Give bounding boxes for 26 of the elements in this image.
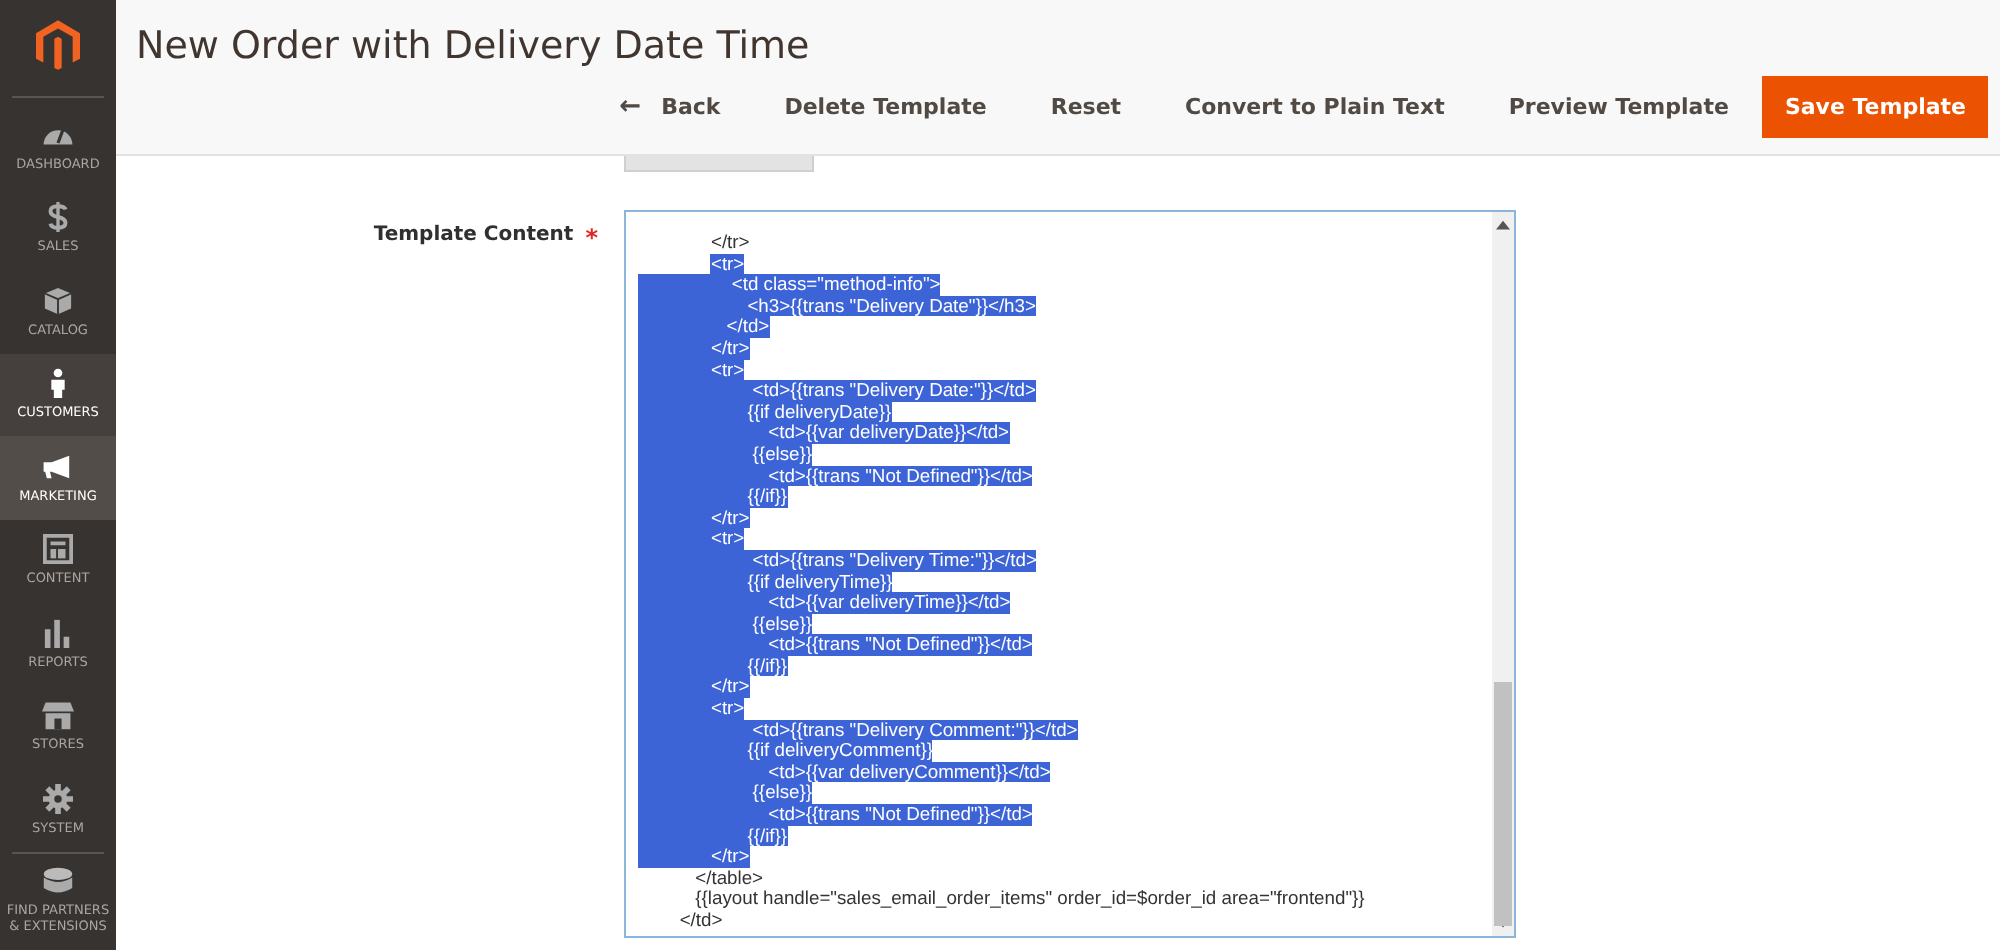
save-button[interactable]: Save Template — [1762, 76, 1988, 138]
code-line: </td> — [677, 910, 723, 932]
scrollbar[interactable] — [1492, 212, 1514, 936]
button[interactable] — [624, 156, 814, 172]
toolbar-button[interactable]: Convert to Plain Text — [1155, 76, 1475, 138]
bar-chart-icon — [42, 617, 74, 648]
required-mark: * — [585, 224, 598, 252]
stack-icon — [42, 866, 74, 897]
layout-icon — [42, 534, 74, 565]
back-button[interactable]: ← Back — [589, 74, 751, 140]
toolbar-button[interactable]: Delete Template — [754, 76, 1017, 138]
code-line: </tr> — [708, 232, 750, 254]
scroll-thumb[interactable] — [1494, 682, 1512, 926]
scroll-up-icon[interactable] — [1496, 220, 1510, 230]
gear-icon — [42, 783, 74, 814]
box-icon — [42, 285, 74, 316]
logo-icon[interactable] — [36, 20, 80, 72]
code-line: </table> — [693, 867, 764, 889]
page-title: New Order with Delivery Date Time — [136, 24, 812, 68]
toolbar-button[interactable]: Preview Template — [1478, 76, 1759, 138]
code-line: {{layout handle="sales_email_order_items" order_id=$order_id area="frontend"}} — [693, 888, 1365, 910]
code-editor[interactable] — [624, 210, 1516, 938]
toolbar-button[interactable]: Reset — [1020, 76, 1152, 138]
megaphone-icon — [42, 451, 74, 482]
store-icon — [42, 700, 74, 731]
field-label: Template Content — [373, 224, 574, 246]
